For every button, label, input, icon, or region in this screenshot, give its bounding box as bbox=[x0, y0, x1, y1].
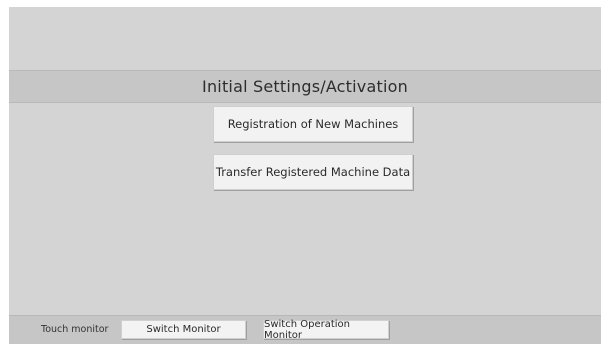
switch-operation-monitor-label: Switch Operation Monitor bbox=[264, 318, 351, 341]
switch-monitor-label: Switch Monitor bbox=[146, 324, 221, 335]
switch-monitor-button[interactable]: Switch Monitor bbox=[121, 320, 246, 339]
settings-screen: Initial Settings/Activation Registration… bbox=[9, 7, 601, 344]
title-bar: Initial Settings/Activation bbox=[9, 70, 601, 103]
registration-new-machines-label: Registration of New Machines bbox=[227, 117, 399, 131]
transfer-machine-data-button[interactable]: Transfer Registered Machine Data bbox=[213, 154, 413, 190]
page-title: Initial Settings/Activation bbox=[202, 77, 408, 96]
touch-monitor-label: Touch monitor bbox=[41, 324, 109, 335]
switch-operation-monitor-button[interactable]: Switch Operation Monitor bbox=[263, 318, 389, 341]
footer-bar: Touch monitor Switch Monitor Switch Oper… bbox=[9, 315, 601, 344]
registration-new-machines-button[interactable]: Registration of New Machines bbox=[213, 106, 413, 142]
transfer-machine-data-label: Transfer Registered Machine Data bbox=[215, 165, 411, 179]
